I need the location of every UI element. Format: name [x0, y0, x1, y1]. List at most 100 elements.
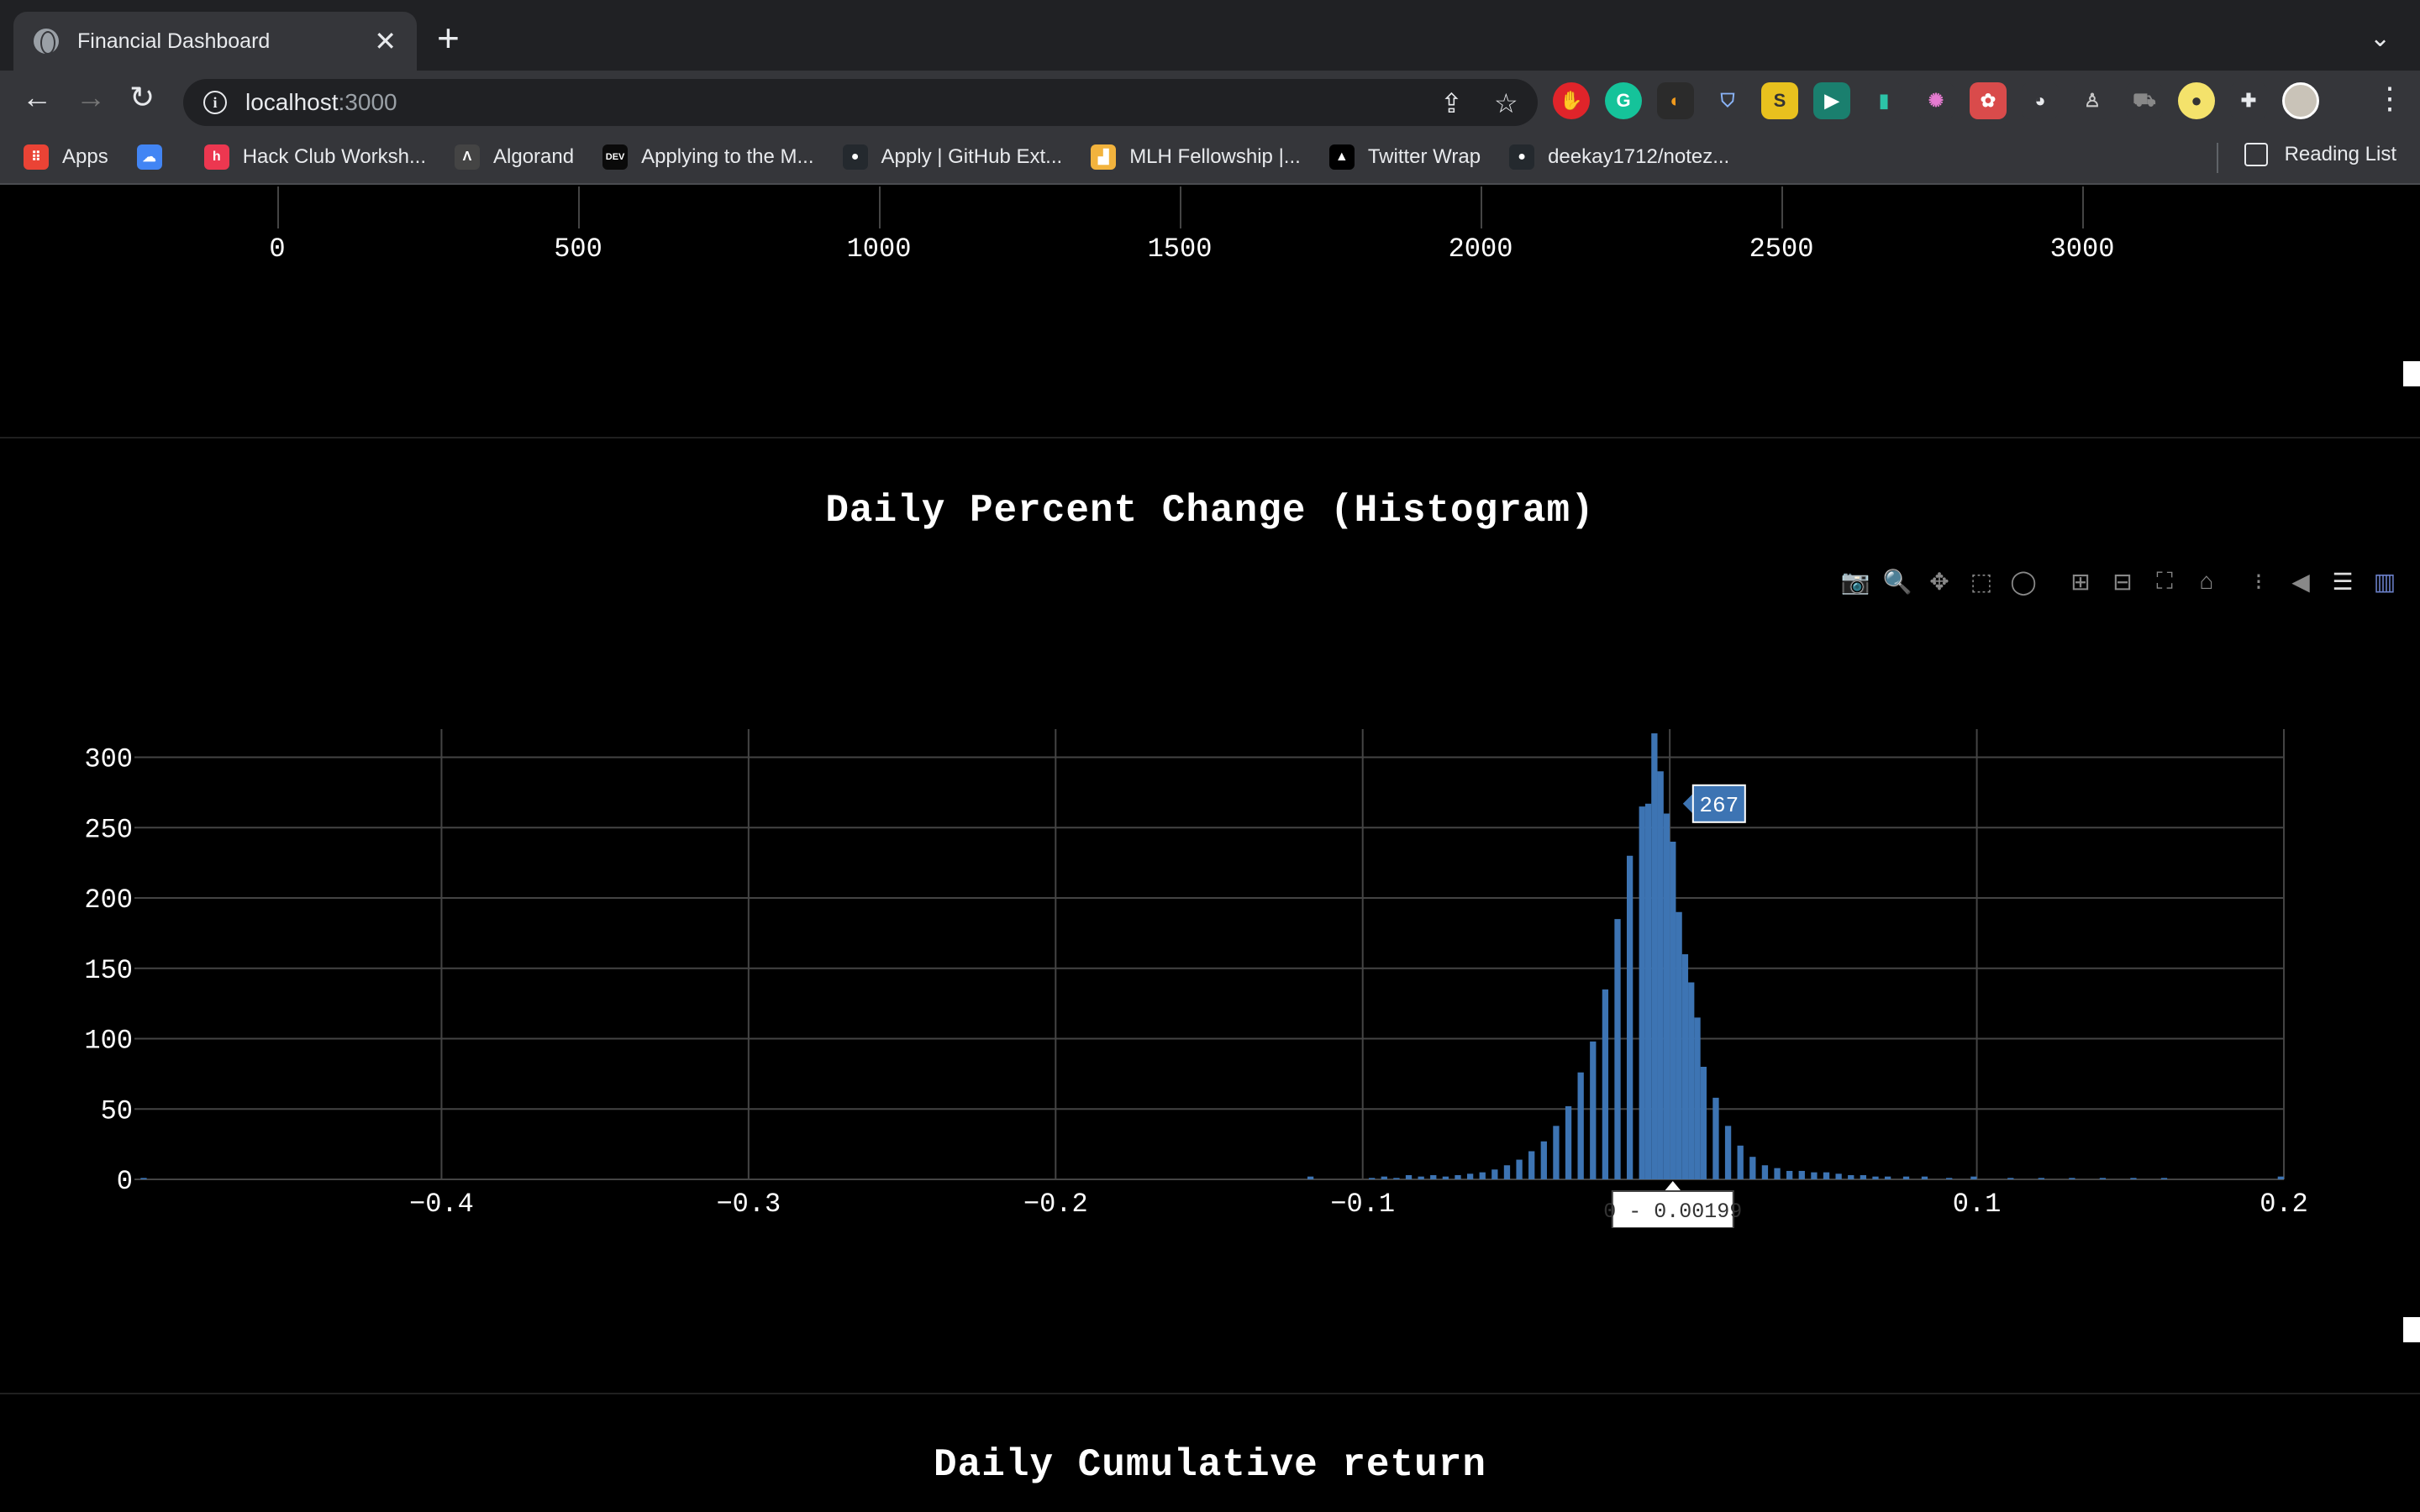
histogram-bar [2038, 1178, 2044, 1179]
histogram-bar [1577, 1072, 1584, 1179]
page-scroll-marker[interactable] [2403, 361, 2420, 386]
reading-list-icon [2244, 143, 2268, 166]
histogram-bar [2130, 1178, 2137, 1179]
histogram-bar [1712, 1097, 1719, 1179]
yellow-circle-extension-icon[interactable]: ● [2178, 82, 2215, 119]
cart-extension-icon[interactable]: ⛟ [2126, 82, 2163, 119]
panda-extension-icon[interactable]: ◕ [2022, 82, 2059, 119]
histogram-bar [1369, 1178, 1376, 1179]
bookmark-item[interactable]: ● Apply | GitHub Ext... [842, 144, 1063, 170]
histogram-bar [1644, 803, 1652, 1179]
prev-axis-tick [1180, 186, 1181, 228]
histogram-bar [2277, 1176, 2284, 1179]
bookmark-item[interactable]: ☁ [136, 144, 176, 170]
browser-tab-active[interactable]: Financial Dashboard ✕ [13, 12, 417, 71]
person-extension-icon[interactable]: ♙ [2074, 82, 2111, 119]
x-tick-label: 0.2 [2260, 1189, 2308, 1220]
bookmark-star-icon[interactable]: ☆ [1494, 87, 1518, 119]
autoscale-icon[interactable]: ⛶ [2149, 566, 2180, 596]
histogram-bar [1694, 1017, 1701, 1179]
url-host: localhost [245, 89, 339, 115]
bookmark-label: Applying to the M... [641, 145, 814, 168]
histogram-bar [1491, 1169, 1498, 1179]
prev-axis-tick [578, 186, 580, 228]
histogram-bar [1553, 1126, 1560, 1179]
address-bar[interactable]: i localhost:3000 ⇪ ☆ [183, 79, 1538, 126]
meet-extension-icon[interactable]: ▶ [1813, 82, 1850, 119]
browser-toolbar: ← → ↻ i localhost:3000 ⇪ ☆ ✋ G ◐ ⛉ S ▶ ▮… [0, 71, 2420, 131]
adblock-extension-icon[interactable]: ✋ [1553, 82, 1590, 119]
histogram-bar [1749, 1157, 1756, 1179]
prev-axis-tick-label: 1000 [846, 234, 912, 265]
spike-lines-icon[interactable]: ⁝ [2244, 566, 2274, 596]
histogram-bar [1835, 1173, 1842, 1179]
bookmark-item[interactable]: DEV Applying to the M... [602, 144, 814, 170]
mlh-icon: ▟ [1091, 144, 1117, 170]
histogram-bar [1479, 1172, 1486, 1179]
algorand-icon: Λ [455, 144, 480, 170]
histogram-bar [1626, 855, 1634, 1179]
puzzle-red-extension-icon[interactable]: ✿ [1970, 82, 2007, 119]
browser-menu-icon[interactable]: ⋮ [2375, 81, 2405, 116]
histogram-bar [1902, 1176, 1910, 1179]
histogram-bar [1676, 911, 1682, 1179]
site-info-icon[interactable]: i [203, 91, 227, 114]
color-wheel-extension-icon[interactable]: ✺ [1918, 82, 1954, 119]
bookmark-item[interactable]: ▟ MLH Fellowship |... [1091, 144, 1301, 170]
extensions-puzzle-icon[interactable]: ✚ [2230, 82, 2267, 119]
forward-arrow-icon[interactable]: → [76, 82, 106, 113]
histogram-bar [1307, 1176, 1314, 1179]
back-arrow-icon[interactable]: ← [22, 82, 52, 113]
s-extension-icon[interactable]: S [1761, 82, 1798, 119]
twitter-wrap-icon: ▲ [1328, 144, 1355, 170]
tab-search-chevron-icon[interactable]: ⌄ [2370, 24, 2391, 53]
bookmark-extension-icon[interactable]: ▮ [1865, 82, 1902, 119]
zoom-in-icon[interactable]: ⊞ [2065, 566, 2096, 596]
hover-compare-icon[interactable]: ☰ [2328, 566, 2358, 596]
shield-extension-icon[interactable]: ⛉ [1709, 82, 1746, 119]
bookmark-item[interactable]: Λ Algorand [455, 144, 574, 170]
histogram-bar [1786, 1170, 1793, 1179]
reading-list-button[interactable]: Reading List [2244, 143, 2396, 166]
hackclub-icon: h [203, 144, 229, 170]
histogram-bar [1393, 1178, 1400, 1179]
zoom-out-icon[interactable]: ⊟ [2107, 566, 2138, 596]
bookmark-label: Apply | GitHub Ext... [881, 145, 1063, 168]
new-tab-button[interactable]: + [437, 18, 460, 57]
histogram-bar [1503, 1165, 1511, 1179]
camera-icon[interactable]: 📷 [1840, 566, 1870, 596]
reset-axes-icon[interactable]: ⌂ [2191, 566, 2222, 596]
lasso-select-icon[interactable]: ◯ [2008, 566, 2039, 596]
bookmarks-bar: ⠿ Apps ☁ h Hack Club Worksh... Λ Algorand DEV Ap… [0, 131, 2420, 185]
histogram-bar [1565, 1105, 1572, 1179]
x-tick-label: −0.4 [409, 1189, 474, 1220]
tab-close-icon[interactable]: ✕ [374, 28, 397, 55]
bookmark-item[interactable]: h Hack Club Worksh... [203, 144, 426, 170]
prev-axis-tick [2082, 186, 2084, 228]
histogram-bar [2099, 1178, 2107, 1179]
histogram-bar [1442, 1176, 1449, 1179]
histogram-bar [1872, 1176, 1879, 1179]
plotly-logo-icon[interactable]: ▥ [2370, 566, 2400, 596]
share-icon[interactable]: ⇪ [1440, 87, 1463, 119]
histogram-chart[interactable]: 050100150200250300−0.4−0.3−0.2−0.100.10.… [0, 707, 2420, 1228]
x-tick-label: −0.3 [716, 1189, 781, 1220]
page-scroll-marker[interactable] [2403, 1317, 2420, 1342]
zoom-icon[interactable]: 🔍 [1882, 566, 1912, 596]
histogram-bar [1946, 1178, 1953, 1179]
browser-tabstrip: Financial Dashboard ✕ + ⌄ [0, 0, 2420, 71]
reload-icon[interactable]: ↻ [129, 82, 155, 113]
grammarly-extension-icon[interactable]: G [1605, 82, 1642, 119]
hover-x-label: 0 - 0.00199 [1603, 1200, 1742, 1224]
profile-avatar[interactable] [2282, 82, 2319, 119]
histogram-bar [1418, 1176, 1424, 1179]
bookmarks-separator [2217, 143, 2218, 173]
bookmark-item[interactable]: ⠿ Apps [24, 144, 108, 170]
bookmark-item[interactable]: ▲ Twitter Wrap [1328, 144, 1481, 170]
histogram-bar [1798, 1170, 1805, 1179]
moon-extension-icon[interactable]: ◐ [1657, 82, 1694, 119]
hover-closest-icon[interactable]: ◀ [2286, 566, 2316, 596]
bookmark-item[interactable]: ● deekay1712/notez... [1509, 144, 1729, 170]
box-select-icon[interactable]: ⬚ [1966, 566, 1996, 596]
pan-icon[interactable]: ✥ [1924, 566, 1954, 596]
